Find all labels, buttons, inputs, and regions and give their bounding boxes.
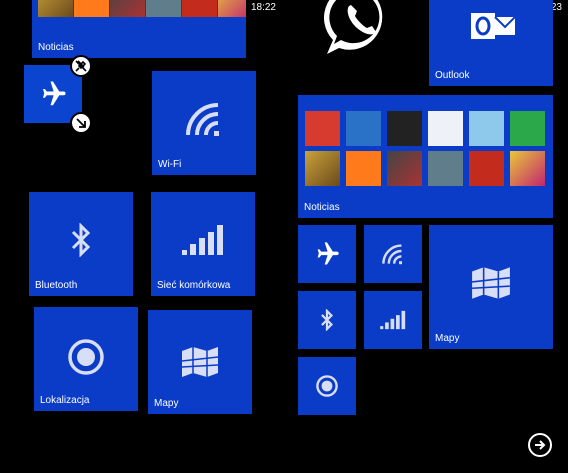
maps-tile[interactable]: Mapy [148, 310, 252, 414]
tile-label: Bluetooth [35, 280, 78, 291]
location-tile[interactable] [298, 357, 356, 415]
tile-label: Lokalizacja [40, 395, 90, 406]
resize-icon[interactable] [70, 112, 92, 134]
wifi-icon [182, 97, 226, 141]
wifi-tile[interactable] [364, 225, 422, 283]
left-phone-screen: 18:22 Noticias Wi-Fi Bluetooth Sieć komó… [0, 0, 282, 473]
cellular-tile[interactable] [364, 291, 422, 349]
map-icon [178, 342, 222, 382]
maps-tile[interactable]: Mapy [429, 225, 553, 349]
tile-label: Outlook [435, 70, 470, 81]
location-tile[interactable]: Lokalizacja [34, 307, 138, 411]
thumb-news-app [305, 111, 340, 146]
thumb-places-app [510, 111, 545, 146]
thumb-pop [510, 151, 545, 186]
thumb-game-1 [305, 151, 340, 186]
thumb-moto [110, 0, 145, 17]
bluetooth-icon [61, 220, 101, 260]
news-tile[interactable]: Noticias [32, 0, 246, 58]
bluetooth-tile[interactable]: Bluetooth [29, 192, 133, 296]
thumb-pop [218, 0, 246, 17]
thumb-moto [387, 151, 422, 186]
wifi-icon [364, 225, 422, 283]
thumb-waze-app [469, 111, 504, 146]
right-phone-screen: 18:23 Outlook [286, 0, 568, 473]
unpin-icon[interactable] [70, 55, 92, 77]
thumb-game-1 [38, 0, 73, 17]
cellular-tile[interactable]: Sieć komórkowa [151, 192, 255, 296]
news-tile[interactable]: Noticias [298, 95, 553, 218]
location-icon [298, 357, 356, 415]
bluetooth-icon [298, 291, 356, 349]
tile-label: Noticias [304, 202, 340, 213]
tile-label: Noticias [38, 42, 74, 53]
thumb-sun [346, 151, 381, 186]
tile-label: Sieć komórkowa [157, 280, 231, 291]
thumb-sun [74, 0, 109, 17]
location-icon [66, 337, 106, 377]
airplane-icon [298, 225, 356, 283]
thumb-gear-app [346, 111, 381, 146]
whatsapp-icon[interactable] [320, 0, 400, 64]
thumb-pirate [182, 0, 217, 17]
bluetooth-tile[interactable] [298, 291, 356, 349]
tile-label: Mapy [154, 398, 179, 409]
signal-bars-icon [179, 222, 227, 258]
all-apps-arrow-icon[interactable] [528, 433, 552, 457]
thumb-bracket-app [387, 111, 422, 146]
map-icon [469, 263, 513, 303]
outlook-icon [471, 6, 515, 46]
tile-label: Mapy [435, 333, 460, 344]
outlook-tile[interactable]: Outlook [429, 0, 553, 86]
thumb-bird [428, 151, 463, 186]
thumb-meteo-app [428, 111, 463, 146]
tile-label: Wi-Fi [158, 159, 182, 170]
thumb-pirate [469, 151, 504, 186]
airplane-mode-tile[interactable] [298, 225, 356, 283]
status-clock: 18:22 [250, 2, 276, 13]
signal-bars-icon [364, 291, 422, 349]
thumb-bird [146, 0, 181, 17]
wifi-tile[interactable]: Wi-Fi [152, 71, 256, 175]
